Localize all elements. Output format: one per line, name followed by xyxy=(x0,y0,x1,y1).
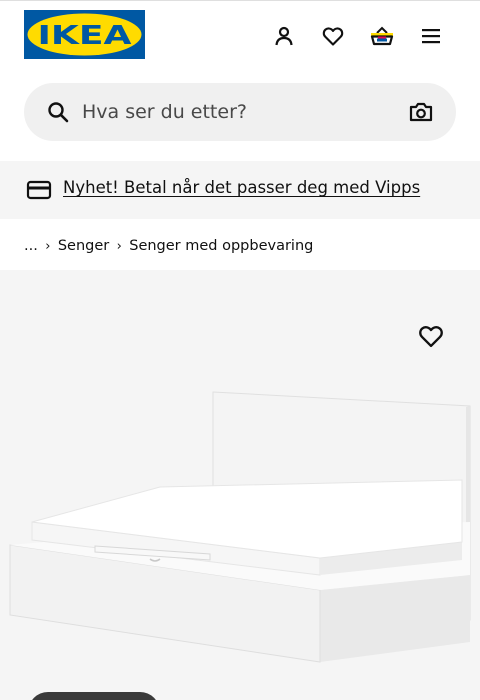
breadcrumb: ... › Senger › Senger med oppbevaring xyxy=(24,236,313,256)
wishlist-button[interactable] xyxy=(317,20,349,52)
menu-icon xyxy=(422,29,440,44)
heart-icon xyxy=(419,326,443,348)
menu-button[interactable] xyxy=(415,20,447,52)
credit-card-icon xyxy=(26,180,52,200)
bed-product-image[interactable] xyxy=(0,270,480,700)
heart-icon xyxy=(322,27,344,46)
chevron-right-icon: › xyxy=(45,238,51,254)
search-icon[interactable] xyxy=(46,100,70,124)
profile-button[interactable] xyxy=(268,20,300,52)
camera-icon[interactable] xyxy=(408,100,434,124)
product-image-area xyxy=(0,270,480,700)
promo-banner: Nyhet! Betal når det passer deg med Vipp… xyxy=(0,161,480,219)
vipps-promo-link[interactable]: Nyhet! Betal når det passer deg med Vipp… xyxy=(63,178,420,197)
logo-text: IKEA xyxy=(38,21,132,51)
basket-button[interactable] xyxy=(366,20,398,52)
breadcrumb-ellipsis[interactable]: ... xyxy=(24,238,38,254)
basket-icon xyxy=(370,26,394,46)
user-icon xyxy=(275,26,293,46)
chevron-right-icon: › xyxy=(116,238,122,254)
site-header: IKEA xyxy=(0,1,480,69)
search-bar[interactable] xyxy=(24,83,456,141)
floating-action-pill[interactable] xyxy=(28,692,160,700)
breadcrumb-senger-med-oppbevaring[interactable]: Senger med oppbevaring xyxy=(129,238,313,254)
add-to-wishlist-button[interactable] xyxy=(417,322,445,350)
search-input[interactable] xyxy=(82,83,392,141)
ikea-logo[interactable]: IKEA xyxy=(24,10,145,59)
breadcrumb-senger[interactable]: Senger xyxy=(58,238,109,254)
